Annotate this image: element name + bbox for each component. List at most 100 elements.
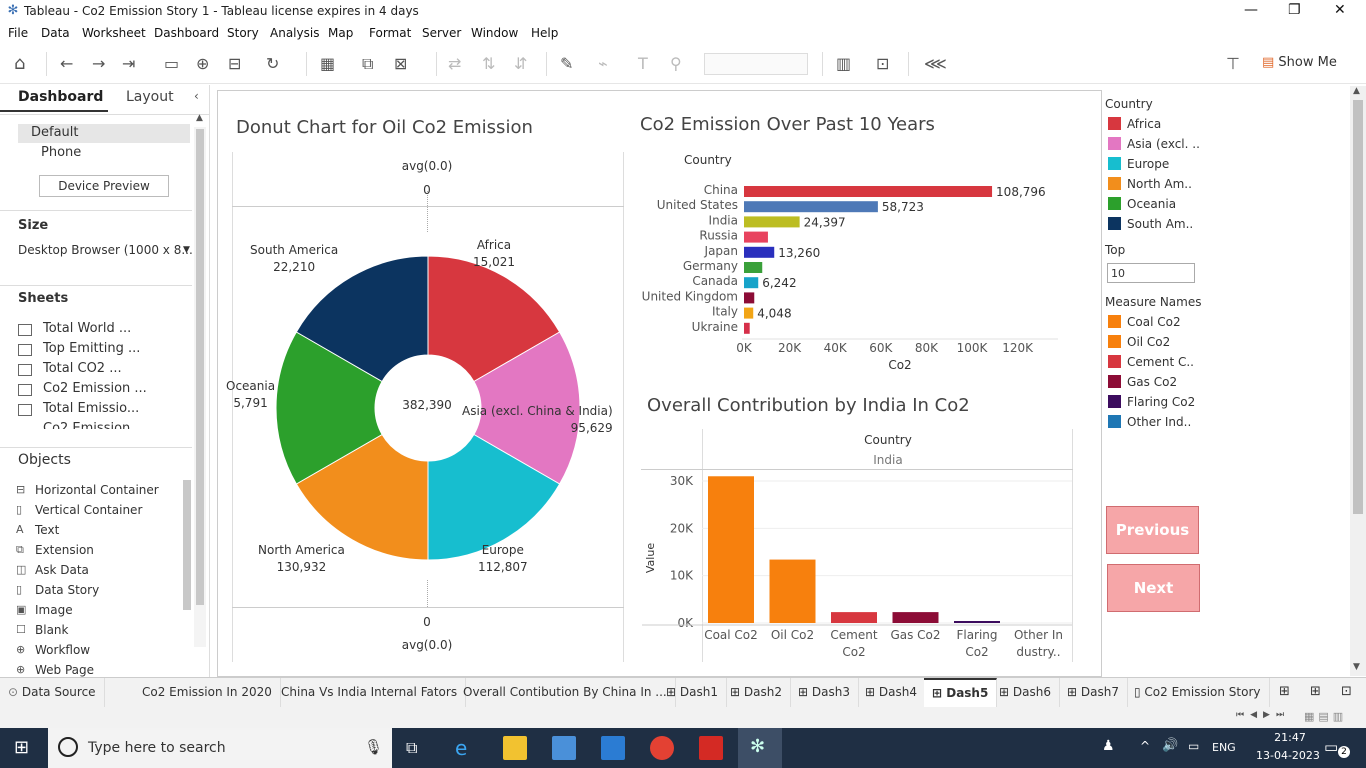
duplicate-icon[interactable]: ⧉: [362, 54, 373, 74]
restore-icon[interactable]: ❐: [1288, 2, 1301, 18]
sheet-item[interactable]: Total Emissio...: [43, 401, 139, 416]
sort-desc-icon[interactable]: ⇵: [514, 54, 527, 74]
bar-top-bar-china[interactable]: [744, 186, 993, 197]
bar-top-bar-canada[interactable]: [744, 277, 759, 289]
size-dropdown[interactable]: Desktop Browser (1000 x 8...: [18, 243, 193, 257]
scroll-up-icon[interactable]: ▲: [1353, 86, 1360, 96]
bar-top-bar-united-kingdom[interactable]: [744, 292, 755, 304]
tab-co2-emission-2020[interactable]: Co2 Emission In 2020: [134, 678, 281, 708]
object-web-page[interactable]: Web Page: [35, 663, 94, 677]
notifications-icon[interactable]: ▭: [1324, 738, 1338, 756]
tab-data-source[interactable]: ⊙ Data Source: [0, 678, 105, 708]
tab-dash7[interactable]: ⊞ Dash7: [1059, 678, 1128, 708]
tab-layout[interactable]: Layout: [126, 89, 174, 105]
menu-server[interactable]: Server: [422, 26, 461, 40]
menu-worksheet[interactable]: Worksheet: [82, 26, 146, 40]
sort-asc-icon[interactable]: ⇅: [482, 54, 495, 74]
file-explorer-icon[interactable]: [503, 736, 527, 760]
device-phone[interactable]: Phone: [41, 145, 81, 160]
edge-icon[interactable]: e: [455, 736, 479, 760]
country-legend-item[interactable]: Asia (excl. ..: [1108, 137, 1200, 151]
tab-dash1[interactable]: ⊞ Dash1: [658, 678, 727, 708]
show-cards-icon[interactable]: ▥: [836, 54, 851, 74]
vertical-scrollbar[interactable]: ▲ ▼: [1350, 86, 1366, 676]
sheet-item[interactable]: Total World ...: [43, 321, 131, 336]
tab-dash5[interactable]: ⊞ Dash5: [924, 678, 998, 708]
presentation-icon[interactable]: ⊡: [876, 54, 889, 74]
swap-icon[interactable]: ⇄: [448, 54, 461, 74]
measure-legend-item[interactable]: Oil Co2: [1108, 335, 1170, 349]
tab-dash2[interactable]: ⊞ Dash2: [722, 678, 791, 708]
panel-scrollbar[interactable]: [196, 129, 204, 605]
country-legend-item[interactable]: North Am..: [1108, 177, 1192, 191]
pin-panel-icon[interactable]: ⊤: [1226, 54, 1240, 74]
object-vertical-container[interactable]: Vertical Container: [35, 503, 142, 517]
device-preview-button[interactable]: Device Preview: [39, 175, 169, 197]
new-worksheet-icon[interactable]: ▦: [320, 54, 335, 74]
menu-help[interactable]: Help: [531, 26, 558, 40]
home-icon[interactable]: ⌂: [14, 54, 25, 74]
objects-scrollbar[interactable]: [183, 480, 191, 610]
new-dashboard-tab-icon[interactable]: ⊞: [1310, 684, 1321, 699]
size-dropdown-arrow-icon[interactable]: ▼: [183, 245, 190, 255]
task-view-icon[interactable]: ⧉: [406, 736, 430, 760]
pause-updates-icon[interactable]: ⊟: [228, 54, 241, 74]
bar-top-bar-united-states[interactable]: [744, 201, 878, 213]
previous-button[interactable]: Previous: [1106, 506, 1199, 554]
label-icon[interactable]: T: [638, 54, 648, 74]
windows-start-icon[interactable]: ⊞: [14, 737, 29, 758]
share-icon[interactable]: ⋘: [924, 54, 947, 74]
language-indicator[interactable]: ENG: [1212, 741, 1236, 754]
bar-top-bar-japan[interactable]: [744, 246, 775, 258]
menu-story[interactable]: Story: [227, 26, 259, 40]
bar-india-bar-flaring-co2[interactable]: [954, 621, 1000, 623]
tab-overall-china[interactable]: Overall Contibution By China In ...: [455, 678, 676, 708]
tab-china-vs-india[interactable]: China Vs India Internal Fators: [273, 678, 467, 708]
measure-legend-item[interactable]: Coal Co2: [1108, 315, 1181, 329]
mail-icon[interactable]: [601, 736, 625, 760]
replay-icon[interactable]: ⇥: [122, 54, 135, 74]
view-toggle-icon[interactable]: ▦▤▥: [1304, 710, 1347, 723]
measure-legend-item[interactable]: Gas Co2: [1108, 375, 1177, 389]
menu-window[interactable]: Window: [471, 26, 518, 40]
undo-icon[interactable]: ←: [60, 54, 73, 74]
bar-top-bar-germany[interactable]: [744, 262, 763, 273]
save-icon[interactable]: ▭: [164, 54, 179, 74]
bar-top-bar-russia[interactable]: [744, 231, 768, 243]
scroll-up-icon[interactable]: ▲: [196, 113, 203, 123]
sheet-item[interactable]: Top Emitting ...: [43, 341, 140, 356]
object-extension[interactable]: Extension: [35, 543, 94, 557]
clear-sheet-icon[interactable]: ⊠: [394, 54, 407, 74]
measure-legend-item[interactable]: Cement C..: [1108, 355, 1194, 369]
battery-icon[interactable]: ▭: [1188, 739, 1199, 753]
scroll-down-icon[interactable]: ▼: [1353, 662, 1360, 672]
new-worksheet-tab-icon[interactable]: ⊞: [1279, 684, 1290, 699]
tab-dashboard[interactable]: Dashboard: [18, 89, 103, 105]
volume-icon[interactable]: 🔊: [1162, 738, 1178, 753]
measure-legend-item[interactable]: Flaring Co2: [1108, 395, 1195, 409]
refresh-icon[interactable]: ↻: [266, 54, 279, 74]
tab-dash6[interactable]: ⊞ Dash6: [991, 678, 1060, 708]
pin-icon[interactable]: ⚲: [670, 54, 682, 74]
object-horizontal-container[interactable]: Horizontal Container: [35, 483, 159, 497]
menu-map[interactable]: Map: [328, 26, 353, 40]
clock-time[interactable]: 21:47: [1264, 731, 1316, 744]
bar-india-bar-cement-co2[interactable]: [831, 612, 877, 623]
tab-dash4[interactable]: ⊞ Dash4: [857, 678, 926, 708]
object-ask-data[interactable]: Ask Data: [35, 563, 89, 577]
redo-icon[interactable]: →: [92, 54, 105, 74]
clock-date[interactable]: 13-04-2023: [1256, 749, 1320, 762]
collapse-icon[interactable]: ‹: [194, 89, 199, 103]
device-default[interactable]: Default: [31, 125, 79, 140]
sheet-item[interactable]: Co2 Emission: [43, 421, 130, 429]
menu-file[interactable]: File: [8, 26, 28, 40]
object-data-story[interactable]: Data Story: [35, 583, 99, 597]
menu-data[interactable]: Data: [41, 26, 70, 40]
measure-legend-item[interactable]: Other Ind..: [1108, 415, 1191, 429]
tableau-taskbar-item[interactable]: ✻: [738, 728, 782, 768]
top-n-input[interactable]: 10: [1107, 263, 1195, 283]
show-me-button[interactable]: ▤ Show Me: [1262, 55, 1337, 70]
microphone-icon[interactable]: 🎙: [364, 738, 383, 756]
taskbar-search[interactable]: Type here to search 🎙: [48, 728, 392, 768]
minimize-icon[interactable]: —: [1244, 2, 1258, 18]
